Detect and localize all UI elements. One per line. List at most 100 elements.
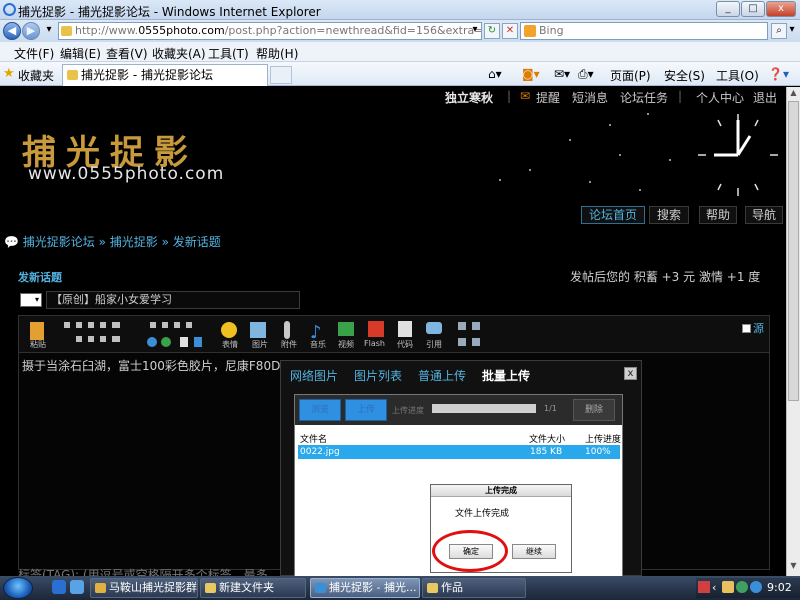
speech-bubble-icon: 💬 xyxy=(4,235,19,249)
history-dropdown-icon[interactable]: ▾ xyxy=(41,23,57,39)
favorites-button[interactable]: 收藏夹 xyxy=(18,67,54,84)
paste-icon xyxy=(30,322,44,340)
print-icon[interactable]: ⎙▾ xyxy=(578,67,594,82)
file-size-cell: 185 KB xyxy=(530,447,563,457)
breadcrumb-text[interactable]: 捕光捉影论坛 » 捕光捉影 » 发新话题 xyxy=(23,235,221,249)
toolbar-label-quote[interactable]: 引用 xyxy=(426,339,442,350)
upload-button[interactable]: 上传 xyxy=(345,399,387,421)
close-icon[interactable]: x xyxy=(624,367,637,380)
ie-quicklaunch-2-icon[interactable] xyxy=(70,580,84,594)
delete-button[interactable]: 删除 xyxy=(573,399,615,421)
tray-2-icon[interactable] xyxy=(722,581,734,593)
breadcrumb[interactable]: 💬 捕光捉影论坛 » 捕光捉影 » 发新话题 xyxy=(4,233,221,250)
mail-icon[interactable]: ✉▾ xyxy=(554,67,570,81)
taskbar-item-qq-group[interactable]: 马鞍山捕光捉影群 xyxy=(90,578,198,598)
minimize-button[interactable]: _ xyxy=(716,1,740,17)
restore-button[interactable]: □ xyxy=(741,1,765,17)
nav-tab-help[interactable]: 帮助 xyxy=(699,206,737,224)
url-dropdown-icon[interactable]: ▾ xyxy=(467,23,483,39)
menu-file[interactable]: 文件(F) xyxy=(14,45,54,62)
taskbar-item-new-folder[interactable]: 新建文件夹 xyxy=(200,578,306,598)
quote-icon xyxy=(426,322,442,334)
tasks-link[interactable]: 论坛任务 xyxy=(620,89,668,106)
toolbar-label-image[interactable]: 图片 xyxy=(252,339,268,350)
user-center-link[interactable]: 个人中心 xyxy=(696,89,744,106)
upload-tab-batch[interactable]: 批量上传 xyxy=(482,367,530,384)
scroll-up-icon[interactable]: ▲ xyxy=(788,88,799,100)
search-options-icon[interactable]: ▾ xyxy=(787,23,797,39)
new-tab-button[interactable] xyxy=(270,66,292,84)
tools-menu[interactable]: 工具(O) xyxy=(716,67,759,84)
toolbar-label-code[interactable]: 代码 xyxy=(397,339,413,350)
upload-tab-image-list[interactable]: 图片列表 xyxy=(354,367,402,384)
site-logo-url: www.0555photo.com xyxy=(28,164,225,184)
nav-tab-home[interactable]: 论坛首页 xyxy=(581,206,645,224)
favorites-star-icon: ★ xyxy=(3,66,15,81)
menu-edit[interactable]: 编辑(E) xyxy=(60,45,101,62)
site-favicon-icon xyxy=(61,26,72,36)
highlight-circle xyxy=(432,530,508,572)
network-icon[interactable] xyxy=(750,581,762,593)
thread-type-select[interactable]: ▾ xyxy=(20,293,42,307)
upload-tab-normal[interactable]: 普通上传 xyxy=(418,367,466,384)
scroll-down-icon[interactable]: ▼ xyxy=(788,561,799,573)
toolbar-label-video[interactable]: 视频 xyxy=(338,339,354,350)
browser-tab[interactable]: 捕光捉影 - 捕光捉影论坛 xyxy=(62,64,268,86)
flash-icon xyxy=(368,321,384,337)
header-clock-decoration xyxy=(499,113,778,196)
search-icon[interactable]: ⌕ xyxy=(771,23,787,39)
table-row[interactable] xyxy=(298,445,620,459)
feeds-icon[interactable]: ◙▾ xyxy=(522,67,540,81)
upload-count: 1/1 xyxy=(544,404,557,413)
file-progress-cell: 100% xyxy=(585,447,611,457)
dialog-title: 上传完成 xyxy=(431,485,571,497)
toolbar-label-paste[interactable]: 粘贴 xyxy=(30,339,46,350)
tray-3-icon[interactable] xyxy=(736,581,748,593)
nav-tab-navigation[interactable]: 导航 xyxy=(745,206,783,224)
taskbar-item-works-folder[interactable]: 作品 xyxy=(422,578,526,598)
menu-help[interactable]: 帮助(H) xyxy=(256,45,298,62)
toolbar-label-flash[interactable]: Flash xyxy=(364,339,385,348)
toolbar-label-attachment[interactable]: 附件 xyxy=(281,339,297,350)
search-input[interactable]: Bing xyxy=(520,22,768,40)
menu-view[interactable]: 查看(V) xyxy=(106,45,148,62)
tray-expand-icon[interactable]: ‹ xyxy=(712,581,716,594)
forward-arrow-icon[interactable]: ▶ xyxy=(22,22,40,40)
taskbar-clock[interactable]: 9:02 xyxy=(767,581,792,594)
reminder-link[interactable]: 提醒 xyxy=(536,89,560,106)
toolbar-label-music[interactable]: 音乐 xyxy=(310,339,326,350)
scroll-thumb[interactable] xyxy=(788,101,799,401)
code-icon xyxy=(398,321,412,337)
browse-button[interactable]: 浏览 xyxy=(299,399,341,421)
taskbar-item-browser[interactable]: 捕光捉影 - 捕光... xyxy=(310,578,420,598)
emoticon-icon xyxy=(221,322,237,338)
source-mode-checkbox[interactable]: 源 xyxy=(742,320,764,336)
help-icon[interactable]: ❓▾ xyxy=(768,67,789,81)
ie-quicklaunch-icon[interactable] xyxy=(52,580,66,594)
close-window-button[interactable]: x xyxy=(766,1,796,17)
url-field[interactable]: http://www.0555photo.com/post.php?action… xyxy=(58,22,482,40)
vertical-scrollbar[interactable]: ▲ ▼ xyxy=(786,87,800,576)
back-arrow-icon[interactable]: ◀ xyxy=(3,22,21,40)
refresh-icon[interactable]: ↻ xyxy=(484,23,500,39)
username-link[interactable]: 独立寒秋 xyxy=(445,89,493,106)
home-icon[interactable]: ⌂▾ xyxy=(488,67,502,81)
attachment-icon xyxy=(284,321,290,339)
address-toolbar: ◀ ▶ ▾ http://www.0555photo.com/post.php?… xyxy=(0,20,800,42)
subject-input[interactable]: 【原创】船家小女爱学习 xyxy=(46,291,300,309)
toolbar-label-emoticon[interactable]: 表情 xyxy=(222,339,238,350)
menu-tools[interactable]: 工具(T) xyxy=(208,45,249,62)
dialog-message: 文件上传完成 xyxy=(455,509,510,519)
stop-icon[interactable]: ✕ xyxy=(502,23,518,39)
upload-tab-web-image[interactable]: 网络图片 xyxy=(290,367,338,384)
tray-app-icon[interactable] xyxy=(698,581,710,593)
safety-menu[interactable]: 安全(S) xyxy=(664,67,705,84)
continue-button[interactable]: 继续 xyxy=(512,544,556,559)
logout-link[interactable]: 退出 xyxy=(753,89,777,106)
messages-link[interactable]: 短消息 xyxy=(572,89,608,106)
progress-label: 上传进度 xyxy=(392,406,424,415)
page-menu[interactable]: 页面(P) xyxy=(610,67,651,84)
nav-tab-search[interactable]: 搜索 xyxy=(649,206,689,224)
start-button[interactable] xyxy=(3,577,33,599)
menu-favorites[interactable]: 收藏夹(A) xyxy=(152,45,206,62)
